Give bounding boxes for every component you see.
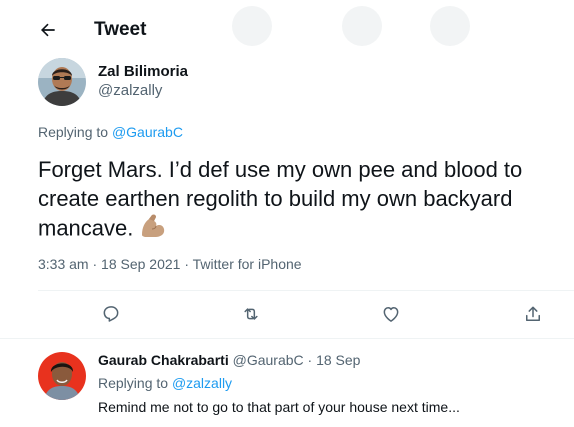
like-icon	[383, 307, 399, 322]
reply-replying-to: Replying to @zalzally	[98, 375, 232, 391]
arrow-left-icon	[41, 23, 55, 37]
back-button[interactable]	[36, 18, 60, 42]
flexed-biceps-icon	[139, 213, 167, 246]
decorative-blob	[232, 6, 272, 46]
header-bar: Tweet	[0, 0, 574, 58]
retweet-icon	[244, 308, 258, 320]
replying-to-link[interactable]: @GaurabC	[112, 124, 183, 140]
tweet-body: Forget Mars. I’d def use my own pee and …	[38, 157, 523, 241]
tweet-text: Forget Mars. I’d def use my own pee and …	[38, 155, 558, 246]
share-button[interactable]	[520, 301, 546, 327]
author-avatar[interactable]	[38, 58, 86, 106]
reply-button[interactable]	[98, 301, 124, 327]
decorative-blob	[430, 6, 470, 46]
separator: ·	[307, 352, 313, 368]
reply-icon	[103, 306, 119, 322]
page-title: Tweet	[94, 19, 147, 40]
reply-text: Remind me not to go to that part of your…	[98, 399, 460, 415]
reply-header: Gaurab Chakrabarti @GaurabC · 18 Sep	[98, 352, 360, 368]
replying-to-link[interactable]: @zalzally	[172, 375, 232, 391]
reply-author-handle[interactable]: @GaurabC	[233, 352, 304, 368]
divider	[0, 338, 574, 339]
reply-author-name[interactable]: Gaurab Chakrabarti	[98, 352, 229, 368]
replying-prefix: Replying to	[98, 375, 169, 391]
action-bar	[38, 291, 574, 337]
share-icon	[526, 306, 540, 321]
author-handle[interactable]: @zalzally	[98, 82, 162, 99]
reply-author-avatar[interactable]	[38, 352, 86, 400]
reply-date[interactable]: 18 Sep	[316, 352, 360, 368]
author-name[interactable]: Zal Bilimoria	[98, 63, 188, 80]
like-button[interactable]	[378, 301, 404, 327]
replying-prefix: Replying to	[38, 124, 109, 140]
retweet-button[interactable]	[238, 301, 264, 327]
replying-to: Replying to @GaurabC	[38, 124, 183, 140]
tweet-timestamp[interactable]: 3:33 am · 18 Sep 2021 · Twitter for iPho…	[38, 256, 302, 272]
decorative-blob	[342, 6, 382, 46]
